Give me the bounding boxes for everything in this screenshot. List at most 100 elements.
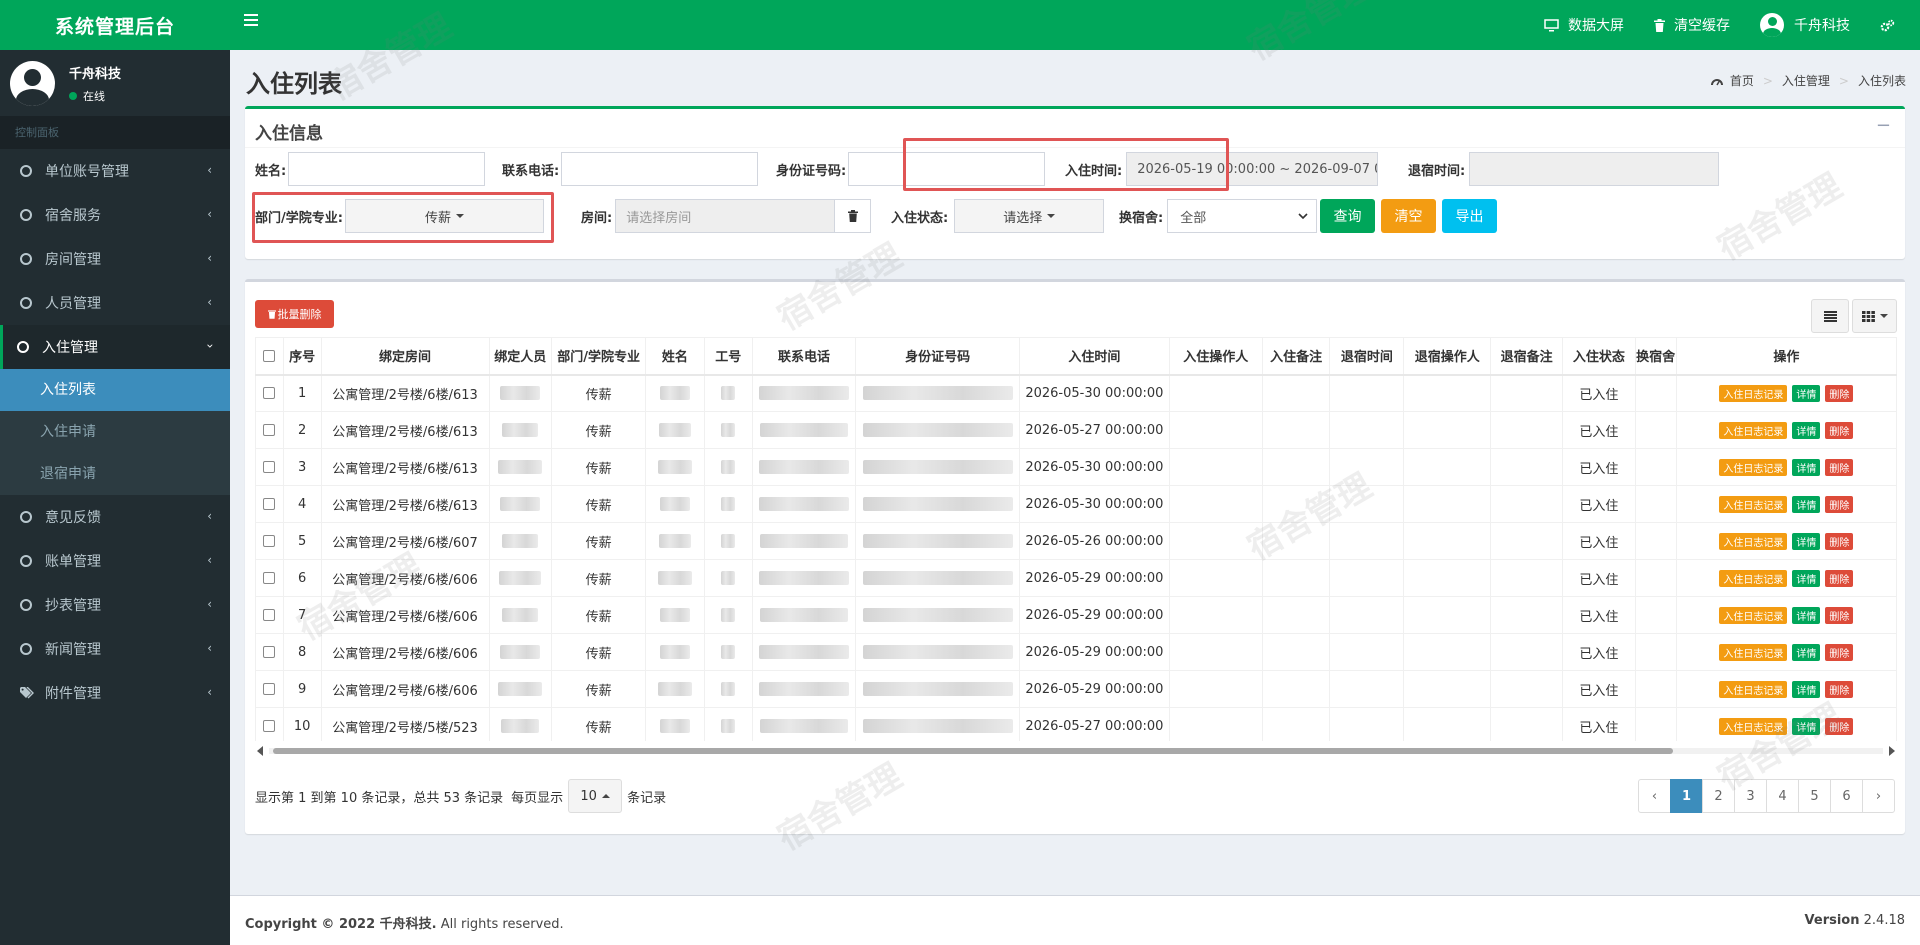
page-button[interactable]: 2 <box>1702 779 1735 813</box>
delete-button[interactable]: 删除 <box>1825 643 1854 661</box>
select-all-checkbox[interactable] <box>263 349 276 362</box>
detail-button[interactable]: 详情 <box>1792 717 1821 735</box>
row-select-cell[interactable] <box>255 374 284 412</box>
log-button[interactable]: 入住日志记录 <box>1719 458 1788 476</box>
row-checkbox[interactable] <box>263 572 276 584</box>
table-row[interactable]: 9 公寓管理/2号楼/6楼/606 传薪 2026-05-29 00:00:00 已入住… <box>255 670 1897 708</box>
table-row[interactable]: 4 公寓管理/2号楼/6楼/613 传薪 2026-05-30 00:00:00 已入住… <box>255 485 1897 523</box>
settings-toggle[interactable] <box>1880 19 1904 32</box>
delete-button[interactable]: 删除 <box>1825 680 1854 698</box>
batch-delete-button[interactable]: 批量删除 <box>255 300 334 328</box>
table-row[interactable]: 8 公寓管理/2号楼/6楼/606 传薪 2026-05-29 00:00:00 已入住… <box>255 633 1897 671</box>
sidebar-item-bills[interactable]: 账单管理 ‹ <box>0 539 230 583</box>
menu-toggle-icon[interactable] <box>244 14 258 26</box>
row-checkbox[interactable] <box>263 387 276 400</box>
delete-button[interactable]: 删除 <box>1825 421 1854 439</box>
row-select-cell[interactable] <box>255 522 284 560</box>
row-checkbox[interactable] <box>263 498 276 510</box>
breadcrumb-home[interactable]: 首页 <box>1730 72 1754 89</box>
scrollbar-thumb[interactable] <box>273 748 1673 754</box>
detail-button[interactable]: 详情 <box>1792 606 1821 624</box>
page-button[interactable]: 3 <box>1734 779 1767 813</box>
column-header[interactable]: 联系电话 <box>751 337 857 376</box>
log-button[interactable]: 入住日志记录 <box>1719 384 1788 402</box>
checkout-time-input[interactable] <box>1469 152 1720 186</box>
delete-button[interactable]: 删除 <box>1825 384 1854 402</box>
scroll-left-icon[interactable] <box>257 746 263 756</box>
table-row[interactable]: 6 公寓管理/2号楼/6楼/606 传薪 2026-05-29 00:00:00 已入住… <box>255 559 1897 597</box>
log-button[interactable]: 入住日志记录 <box>1719 532 1788 550</box>
row-select-cell[interactable] <box>255 485 284 523</box>
column-header[interactable]: 退宿时间 <box>1329 337 1405 376</box>
table-row[interactable]: 7 公寓管理/2号楼/6楼/606 传薪 2026-05-29 00:00:00 已入住… <box>255 596 1897 634</box>
query-button[interactable]: 查询 <box>1320 199 1375 233</box>
next-page-button[interactable]: › <box>1862 779 1895 813</box>
log-button[interactable]: 入住日志记录 <box>1719 569 1788 587</box>
dashboard-link[interactable]: 数据大屏 <box>1544 15 1624 35</box>
clear-cache-link[interactable]: 清空缓存 <box>1654 15 1730 35</box>
column-header[interactable]: 绑定人员 <box>488 337 553 376</box>
delete-button[interactable]: 删除 <box>1825 532 1854 550</box>
sidebar-item-meter[interactable]: 抄表管理 ‹ <box>0 583 230 627</box>
status-select[interactable]: 请选择 <box>954 199 1105 233</box>
detail-button[interactable]: 详情 <box>1792 384 1821 402</box>
page-size-select[interactable]: 10 <box>568 779 623 813</box>
row-checkbox[interactable] <box>263 535 276 547</box>
row-select-cell[interactable] <box>255 707 284 741</box>
table-row[interactable]: 3 公寓管理/2号楼/6楼/613 传薪 2026-05-30 00:00:00 已入住… <box>255 448 1897 486</box>
page-button[interactable]: 4 <box>1766 779 1799 813</box>
phone-input[interactable] <box>561 152 759 186</box>
sidebar-item-attachments[interactable]: 附件管理 ‹ <box>0 671 230 715</box>
row-checkbox[interactable] <box>263 609 276 621</box>
sidebar-item-dorm-service[interactable]: 宿舍服务 ‹ <box>0 193 230 237</box>
breadcrumb-checkin[interactable]: 入住管理 <box>1782 72 1830 89</box>
column-header[interactable]: 部门/学院专业 <box>551 337 647 376</box>
table-row[interactable]: 10 公寓管理/2号楼/5楼/523 传薪 2026-05-27 00:00:00 已入… <box>255 707 1897 741</box>
column-header[interactable]: 入住备注 <box>1261 337 1331 376</box>
log-button[interactable]: 入住日志记录 <box>1719 606 1788 624</box>
page-button[interactable]: 6 <box>1830 779 1863 813</box>
column-header[interactable]: 入住时间 <box>1019 337 1170 376</box>
row-checkbox[interactable] <box>263 424 276 436</box>
column-header[interactable]: 换宿舍 <box>1634 337 1677 376</box>
table-row[interactable]: 1 公寓管理/2号楼/6楼/613 传薪 2026-05-30 00:00:00 已入住… <box>255 374 1897 412</box>
scroll-right-icon[interactable] <box>1889 746 1895 756</box>
column-header[interactable]: 入住操作人 <box>1168 337 1263 376</box>
detail-button[interactable]: 详情 <box>1792 421 1821 439</box>
row-checkbox[interactable] <box>263 646 276 658</box>
submenu-checkout-apply[interactable]: 退宿申请 <box>0 453 230 495</box>
column-header[interactable]: 序号 <box>282 337 322 376</box>
collapse-button[interactable]: − <box>1876 115 1891 136</box>
sidebar-item-account[interactable]: 单位账号管理 ‹ <box>0 149 230 193</box>
sidebar-item-checkin[interactable]: 入住管理 ‹ <box>0 325 230 369</box>
name-input[interactable] <box>288 152 486 186</box>
delete-button[interactable]: 删除 <box>1825 495 1854 513</box>
sidebar-item-rooms[interactable]: 房间管理 ‹ <box>0 237 230 281</box>
sidebar-item-people[interactable]: 人员管理 ‹ <box>0 281 230 325</box>
column-header[interactable]: 工号 <box>703 337 753 376</box>
column-header[interactable]: 姓名 <box>645 337 705 376</box>
columns-toggle[interactable] <box>1852 299 1897 333</box>
detail-button[interactable]: 详情 <box>1792 532 1821 550</box>
table-row[interactable]: 2 公寓管理/2号楼/6楼/613 传薪 2026-05-27 00:00:00 已入住… <box>255 411 1897 449</box>
delete-button[interactable]: 删除 <box>1825 606 1854 624</box>
detail-button[interactable]: 详情 <box>1792 495 1821 513</box>
clear-room-button[interactable] <box>835 199 872 233</box>
column-header[interactable]: 操作 <box>1675 337 1897 376</box>
log-button[interactable]: 入住日志记录 <box>1719 421 1788 439</box>
log-button[interactable]: 入住日志记录 <box>1719 495 1788 513</box>
room-input[interactable]: 请选择房间 <box>615 199 836 233</box>
page-button[interactable]: 1 <box>1670 779 1703 813</box>
submenu-checkin-list[interactable]: 入住列表 <box>0 369 230 411</box>
row-select-cell[interactable] <box>255 559 284 597</box>
row-select-cell[interactable] <box>255 633 284 671</box>
column-header[interactable]: 身份证号码 <box>855 337 1021 376</box>
detail-button[interactable]: 详情 <box>1792 569 1821 587</box>
row-checkbox[interactable] <box>263 683 276 695</box>
row-checkbox[interactable] <box>263 461 276 473</box>
page-button[interactable]: 5 <box>1798 779 1831 813</box>
detail-button[interactable]: 详情 <box>1792 680 1821 698</box>
brand-logo[interactable]: 系统管理后台 <box>0 0 230 50</box>
row-checkbox[interactable] <box>263 720 276 732</box>
column-header[interactable]: 退宿操作人 <box>1403 337 1492 376</box>
